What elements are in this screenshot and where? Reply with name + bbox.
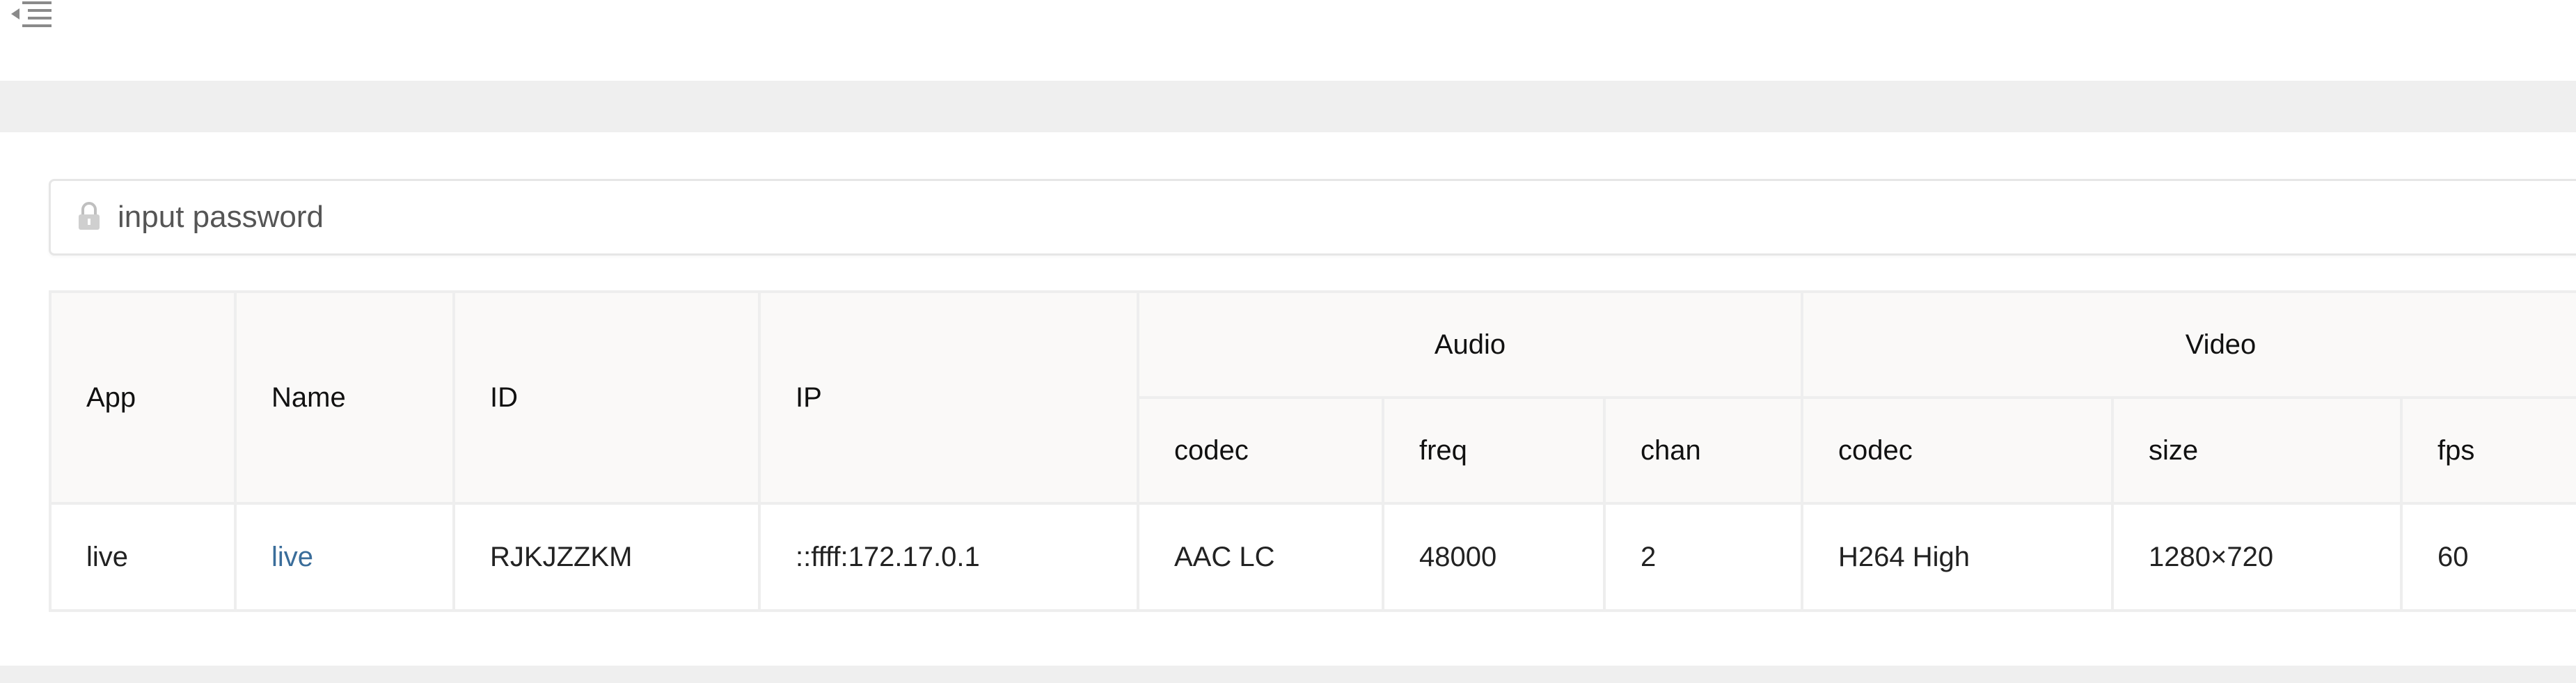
lock-icon [77,202,101,231]
cell-audio-freq: 48000 [1382,502,1606,612]
column-header-id: ID [452,290,761,505]
password-input[interactable] [118,192,2484,242]
top-bar [0,0,2576,81]
password-input-wrapper [49,179,2576,256]
cell-app: live [49,502,237,612]
cell-audio-chan: 2 [1603,502,1803,612]
column-header-audio-chan: chan [1603,396,1803,505]
cell-id: RJKJZZKM [452,502,761,612]
column-header-app: App [49,290,237,505]
cell-audio-codec: AAC LC [1137,502,1384,612]
table-row: live live RJKJZZKM ::ffff:172.17.0.1 AAC… [49,502,2576,612]
cell-video-fps: 60 [2399,502,2576,612]
column-header-audio-freq: freq [1382,396,1606,505]
column-header-video-fps: fps [2399,396,2576,505]
cell-video-size: 1280×720 [2111,502,2403,612]
column-header-video-codec: codec [1801,396,2114,505]
main-content: App Name ID IP Audio Video codec freq ch… [0,132,2576,666]
column-group-audio: Audio [1137,290,1803,399]
column-header-video-size: size [2111,396,2403,505]
streams-table: App Name ID IP Audio Video codec freq ch… [49,290,2576,612]
menu-fold-icon[interactable] [10,0,53,32]
cell-video-codec: H264 High [1801,502,2114,612]
column-header-name: Name [234,290,455,505]
column-header-ip: IP [758,290,1139,505]
header-divider-band [0,81,2576,132]
stream-name-link[interactable]: live [234,502,455,612]
cell-ip: ::ffff:172.17.0.1 [758,502,1139,612]
footer-divider-band [0,666,2576,683]
column-group-video: Video [1800,290,2576,399]
column-header-audio-codec: codec [1137,396,1384,505]
